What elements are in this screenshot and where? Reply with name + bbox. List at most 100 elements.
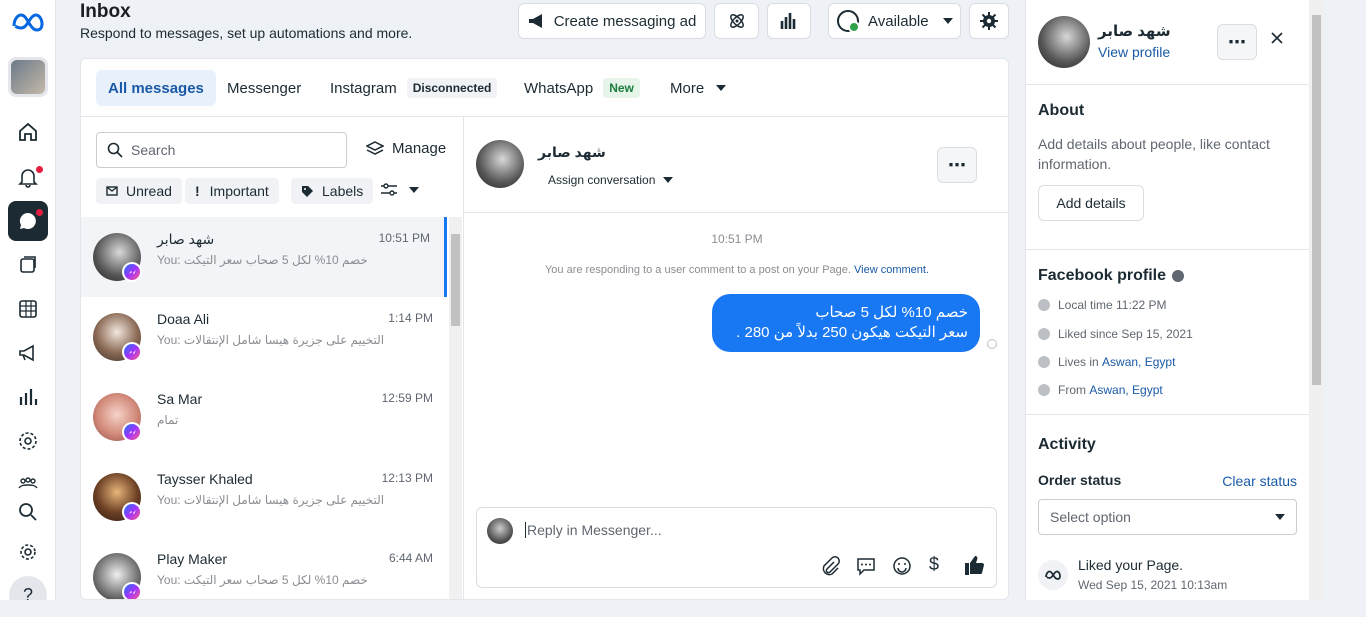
- view-comment-link[interactable]: View comment.: [854, 264, 929, 276]
- liked-since-row: Liked since Sep 15, 2021: [1038, 327, 1193, 341]
- conversation-item[interactable]: Doaa Ali 1:14 PM You: التخييم على جزيرة …: [81, 297, 447, 377]
- avatar: [487, 518, 513, 544]
- availability-icon: [837, 10, 860, 33]
- manage-button[interactable]: Manage: [366, 140, 446, 157]
- meta-logo-icon[interactable]: [8, 2, 48, 42]
- order-status-select[interactable]: Select option: [1038, 499, 1297, 535]
- contact-name: شهد صابر: [157, 231, 215, 247]
- tag-icon: [302, 185, 313, 197]
- message-time: 6:44 AM: [388, 551, 433, 565]
- notifications-icon[interactable]: [8, 157, 48, 197]
- ads-icon[interactable]: [8, 333, 48, 373]
- filter-important[interactable]: ! Important: [185, 178, 279, 204]
- local-time-row: Local time 11:22 PM: [1038, 298, 1167, 312]
- more-options-button[interactable]: ⋯: [937, 147, 977, 183]
- lives-in-link[interactable]: Aswan, Egypt: [1102, 355, 1175, 369]
- search-icon: [107, 142, 123, 158]
- view-profile-link[interactable]: View profile: [1098, 44, 1170, 60]
- inbox-card: All messages Messenger Instagram Disconn…: [80, 58, 1009, 600]
- inbox-icon[interactable]: [8, 201, 48, 241]
- tab-messenger[interactable]: Messenger: [227, 70, 301, 106]
- from-row: From Aswan, Egypt: [1038, 383, 1163, 397]
- payment-dollar-icon[interactable]: $: [929, 554, 939, 575]
- conversation-item[interactable]: Play Maker 6:44 AM You: خصم 10% لكل 5 صح…: [81, 537, 447, 599]
- conversation-list-scrollbar[interactable]: [449, 217, 462, 599]
- conversation-item[interactable]: Sa Mar 12:59 PM تمام: [81, 377, 447, 457]
- thumbs-up-icon[interactable]: [963, 554, 985, 581]
- attachment-icon[interactable]: [820, 556, 840, 581]
- scrollbar-thumb[interactable]: [1312, 15, 1321, 385]
- page-avatar[interactable]: [8, 57, 48, 97]
- location-pin-icon: [1038, 384, 1050, 396]
- gear-icon[interactable]: [8, 532, 48, 572]
- emoji-icon[interactable]: [892, 556, 912, 581]
- chevron-down-icon: [1275, 514, 1285, 520]
- home-icon[interactable]: [8, 112, 48, 152]
- lives-in-row: Lives in Aswan, Egypt: [1038, 355, 1175, 369]
- add-details-button[interactable]: Add details: [1038, 185, 1144, 221]
- conversation-header: شهد صابر Assign conversation ⋯: [464, 117, 1008, 213]
- profile-more-button[interactable]: ⋯: [1217, 24, 1257, 60]
- tab-instagram[interactable]: Instagram Disconnected: [330, 70, 498, 106]
- messenger-icon: [122, 342, 142, 362]
- message-timestamp: 10:51 PM: [711, 232, 763, 246]
- exclamation-icon: !: [195, 183, 200, 199]
- delivered-check-icon: [987, 339, 997, 349]
- tab-more[interactable]: More: [670, 70, 727, 106]
- planner-icon[interactable]: [8, 289, 48, 329]
- saved-replies-icon[interactable]: [856, 556, 876, 581]
- reply-input[interactable]: Reply in Messenger...: [525, 522, 662, 538]
- message-time: 12:59 PM: [381, 391, 433, 405]
- about-text: Add details about people, like contact i…: [1038, 136, 1270, 172]
- create-messaging-ad-button[interactable]: Create messaging ad: [518, 3, 706, 39]
- profile-panel-scrollbar[interactable]: [1309, 0, 1324, 600]
- clear-status-link[interactable]: Clear status: [1222, 473, 1297, 489]
- message-preview: You: التخييم على جزيرة هيسا شامل الإنتقا…: [157, 493, 385, 507]
- left-nav-rail: ?: [0, 0, 56, 617]
- search-input[interactable]: Search: [96, 132, 347, 168]
- automations-button[interactable]: [714, 3, 759, 39]
- contact-name: Doaa Ali: [157, 311, 210, 327]
- meta-logo-icon: [1038, 560, 1068, 590]
- tab-all-messages[interactable]: All messages: [96, 70, 216, 106]
- availability-dropdown[interactable]: Available: [828, 3, 961, 39]
- filter-options-button[interactable]: [381, 183, 419, 197]
- divider: [1026, 84, 1310, 85]
- atom-icon: [729, 14, 744, 28]
- avatar: [1038, 16, 1090, 68]
- message-preview: You: التخييم على جزيرة هيسا شامل الإنتقا…: [157, 333, 385, 347]
- messenger-icon: [122, 262, 142, 282]
- settings-button[interactable]: [969, 3, 1009, 39]
- info-icon[interactable]: [1172, 270, 1185, 282]
- facebook-profile-title: Facebook profile: [1038, 267, 1185, 285]
- filter-labels[interactable]: Labels: [291, 178, 374, 204]
- bottom-strip: [0, 600, 1366, 617]
- search-icon[interactable]: [8, 492, 48, 532]
- reply-composer: Reply in Messenger... $: [476, 507, 997, 588]
- from-link[interactable]: Aswan, Egypt: [1089, 383, 1162, 397]
- insights-button[interactable]: [767, 3, 811, 39]
- comment-notice: You are responding to a user comment to …: [544, 264, 930, 276]
- content-icon[interactable]: [8, 245, 48, 285]
- contact-name: Play Maker: [157, 551, 228, 567]
- insights-icon[interactable]: [8, 377, 48, 417]
- more-dots-icon: ⋯: [1228, 31, 1246, 52]
- settings-icon[interactable]: [8, 421, 48, 461]
- close-icon[interactable]: [1269, 30, 1285, 51]
- activity-event: Liked your Page.: [1078, 557, 1184, 573]
- filter-unread[interactable]: Unread: [96, 178, 182, 204]
- contact-name: Taysser Khaled: [157, 471, 253, 487]
- conversation-pane: شهد صابر Assign conversation ⋯ 10:51 PM …: [464, 117, 1008, 599]
- conversation-item[interactable]: Taysser Khaled 12:13 PM You: التخييم على…: [81, 457, 447, 537]
- assign-conversation-dropdown[interactable]: Assign conversation: [548, 173, 674, 187]
- home-icon: [1038, 356, 1050, 368]
- new-badge: New: [603, 78, 640, 98]
- scrollbar-thumb[interactable]: [451, 234, 460, 326]
- message-preview: You: خصم 10% لكل 5 صحاب سعر التيكت: [157, 573, 368, 587]
- conversation-item[interactable]: شهد صابر 10:51 PM You: خصم 10% لكل 5 صحا…: [81, 217, 447, 297]
- about-title: About: [1038, 102, 1085, 119]
- chevron-down-icon: [942, 18, 953, 24]
- tab-whatsapp[interactable]: WhatsApp New: [524, 70, 640, 106]
- chevron-down-icon: [663, 177, 674, 183]
- like-icon: [1038, 328, 1050, 340]
